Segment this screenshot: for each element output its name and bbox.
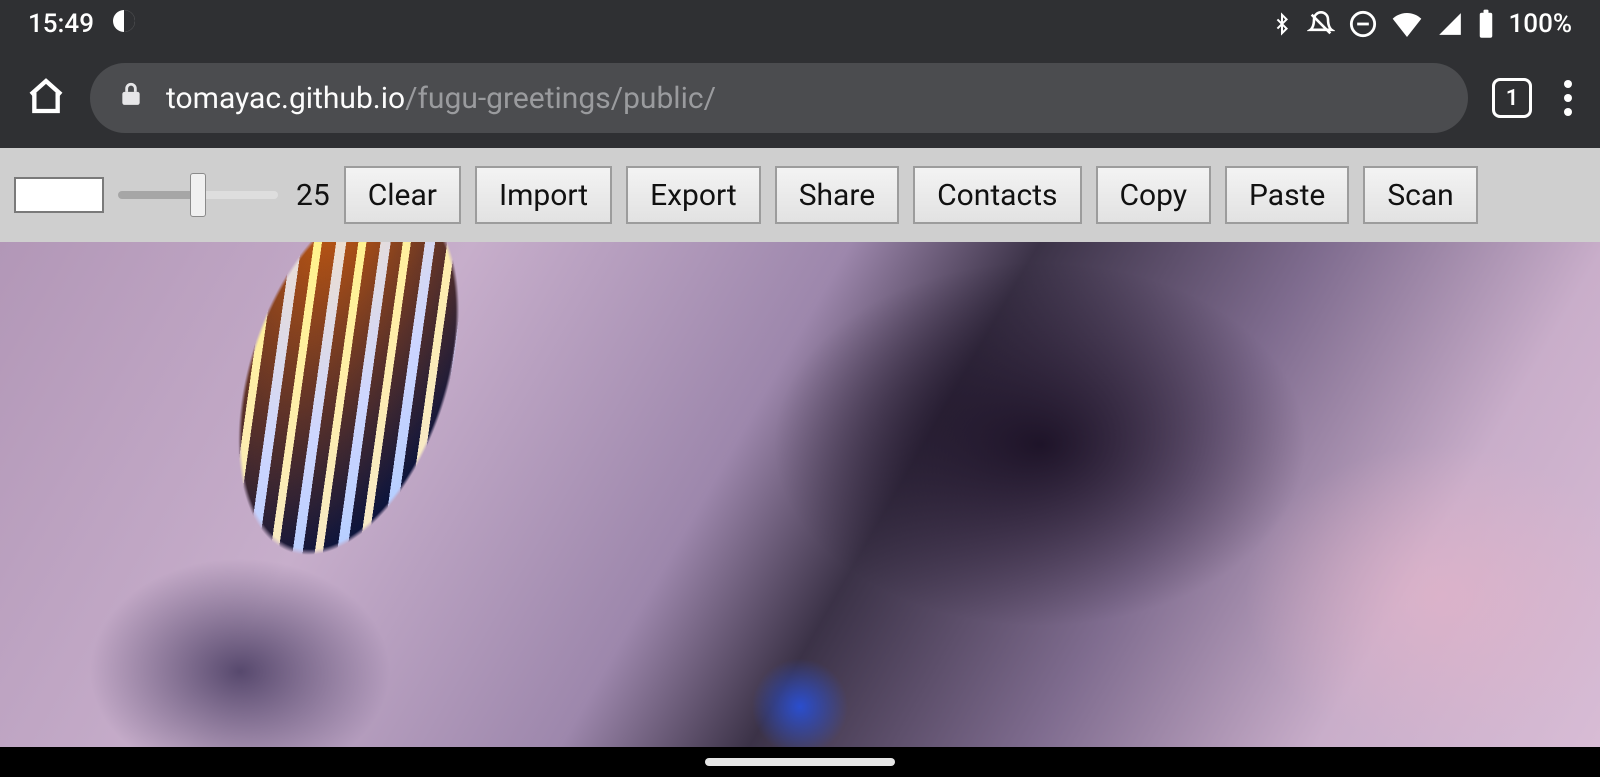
brush-size-slider[interactable] — [118, 191, 278, 199]
lock-icon — [118, 79, 144, 117]
slider-thumb[interactable] — [190, 173, 206, 217]
battery-icon — [1477, 9, 1495, 39]
url-path: /fugu-greetings/public/ — [405, 81, 716, 116]
browser-address-bar: tomayac.github.io/fugu-greetings/public/… — [0, 48, 1600, 148]
omnibox[interactable]: tomayac.github.io/fugu-greetings/public/ — [90, 63, 1468, 133]
cell-signal-icon — [1437, 11, 1463, 37]
status-time: 15:49 — [28, 9, 94, 39]
url-domain: tomayac.github.io — [166, 81, 405, 116]
wifi-icon — [1391, 11, 1423, 37]
brush-size-value: 25 — [296, 178, 330, 213]
nav-pill[interactable] — [705, 758, 895, 766]
canvas-image — [92, 242, 588, 721]
url-text: tomayac.github.io/fugu-greetings/public/ — [166, 81, 716, 116]
clear-button[interactable]: Clear — [344, 166, 461, 224]
do-not-disturb-icon — [1349, 10, 1377, 38]
android-nav-bar — [0, 747, 1600, 777]
bluetooth-icon — [1271, 10, 1293, 38]
android-status-bar: 15:49 100% — [0, 0, 1600, 48]
more-menu-icon[interactable] — [1556, 80, 1580, 116]
tab-count: 1 — [1506, 86, 1519, 111]
share-button[interactable]: Share — [775, 166, 899, 224]
scan-button[interactable]: Scan — [1363, 166, 1477, 224]
export-button[interactable]: Export — [626, 166, 761, 224]
import-button[interactable]: Import — [475, 166, 612, 224]
battery-percent: 100% — [1509, 9, 1572, 39]
drawing-canvas[interactable] — [0, 242, 1600, 747]
copy-button[interactable]: Copy — [1096, 166, 1212, 224]
paste-button[interactable]: Paste — [1225, 166, 1349, 224]
app-toolbar: 25 Clear Import Export Share Contacts Co… — [0, 148, 1600, 242]
notifications-off-icon — [1307, 10, 1335, 38]
data-saver-icon — [112, 9, 136, 40]
home-icon[interactable] — [26, 76, 66, 120]
tab-switcher[interactable]: 1 — [1492, 78, 1532, 118]
contacts-button[interactable]: Contacts — [913, 166, 1081, 224]
color-picker[interactable] — [14, 177, 104, 213]
